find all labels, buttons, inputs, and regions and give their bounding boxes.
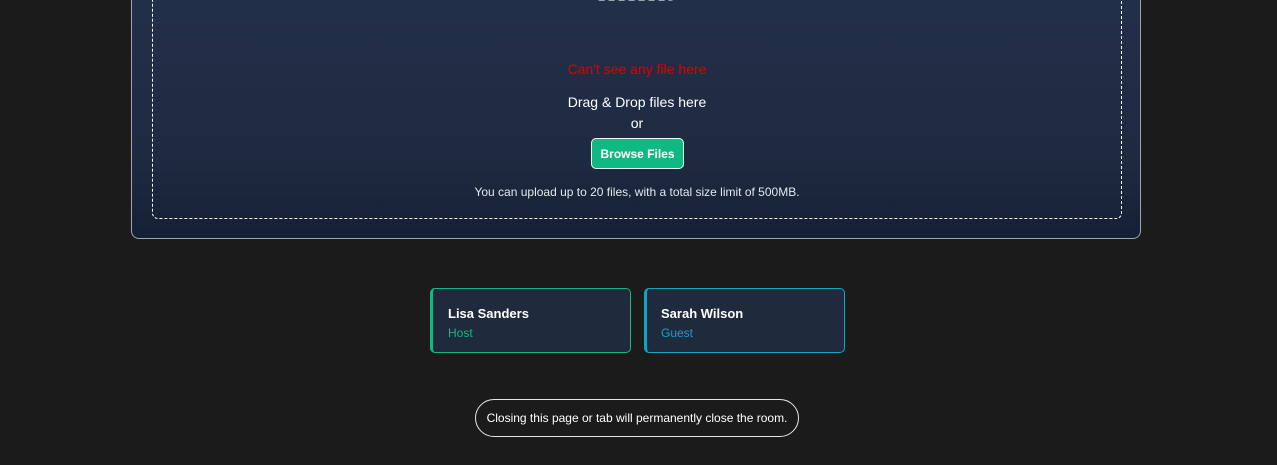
- empty-files-message: Can't see any file here: [567, 61, 707, 77]
- upload-panel: Can't see any file here Drag & Drop file…: [131, 0, 1141, 239]
- page: Can't see any file here Drag & Drop file…: [0, 0, 1277, 465]
- browse-files-button[interactable]: Browse Files: [591, 138, 684, 169]
- folder-dashed-icon: [596, 0, 674, 1]
- participant-role: Guest: [661, 326, 694, 340]
- drop-zone[interactable]: Can't see any file here Drag & Drop file…: [152, 0, 1122, 219]
- participant-role: Host: [448, 326, 473, 340]
- close-room-warning: Closing this page or tab will permanentl…: [475, 399, 799, 437]
- drag-drop-label: Drag & Drop files here: [567, 94, 707, 110]
- or-label: or: [630, 115, 644, 131]
- participant-name: Lisa Sanders: [448, 306, 529, 321]
- participant-name: Sarah Wilson: [661, 306, 744, 321]
- participant-card-host: Lisa Sanders Host: [430, 288, 631, 353]
- upload-limit-text: You can upload up to 20 files, with a to…: [474, 185, 800, 199]
- participant-card-guest: Sarah Wilson Guest: [644, 288, 845, 353]
